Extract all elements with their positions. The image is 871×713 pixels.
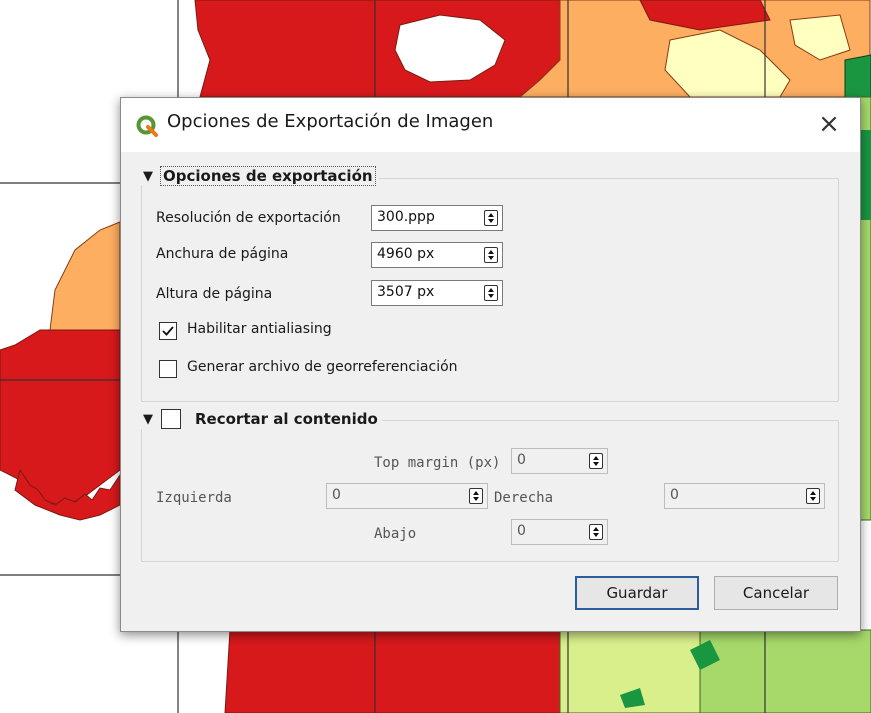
page-height-spinbox[interactable]: 3507 px xyxy=(371,280,503,306)
antialiasing-checkbox[interactable] xyxy=(159,322,177,340)
page-height-label: Altura de página xyxy=(156,286,273,302)
export-options-title: Opciones de exportación xyxy=(160,166,376,186)
spin-arrows-icon[interactable] xyxy=(469,488,483,504)
spin-arrows-icon[interactable] xyxy=(589,524,603,540)
left-margin-value: 0 xyxy=(332,487,341,503)
crop-checkbox[interactable] xyxy=(161,409,181,429)
bottom-margin-spinbox[interactable]: 0 xyxy=(511,519,608,545)
top-margin-label: Top margin (px) xyxy=(374,455,501,471)
georef-label[interactable]: Generar archivo de georreferenciación xyxy=(187,359,458,375)
map-region-red-top xyxy=(194,0,561,98)
page-width-value: 4960 px xyxy=(377,246,435,262)
export-image-dialog: Opciones de Exportación de Imagen × ▼ Op… xyxy=(120,97,861,632)
collapse-triangle-icon[interactable]: ▼ xyxy=(143,169,153,184)
spin-arrows-icon[interactable] xyxy=(806,488,820,504)
page-width-label: Anchura de página xyxy=(156,246,289,262)
spin-arrows-icon[interactable] xyxy=(484,247,498,263)
cancel-button[interactable]: Cancelar xyxy=(714,576,838,610)
close-button[interactable]: × xyxy=(811,106,847,142)
dialog-title: Opciones de Exportación de Imagen xyxy=(167,111,494,132)
georef-checkbox[interactable] xyxy=(159,360,177,378)
checkmark-icon xyxy=(162,326,174,336)
spin-arrows-icon[interactable] xyxy=(484,285,498,301)
resolution-value: 300.ppp xyxy=(377,209,435,225)
map-region-red-bottom xyxy=(224,629,561,713)
collapse-triangle-icon[interactable]: ▼ xyxy=(143,412,153,427)
export-options-header[interactable]: ▼ Opciones de exportación xyxy=(141,166,379,186)
crop-title: Recortar al contenido xyxy=(195,410,378,428)
spin-arrows-icon[interactable] xyxy=(484,210,498,226)
page-height-value: 3507 px xyxy=(377,284,435,300)
right-margin-value: 0 xyxy=(670,487,679,503)
bottom-margin-value: 0 xyxy=(517,523,526,539)
left-margin-label: Izquierda xyxy=(156,490,232,506)
crop-header[interactable]: ▼ Recortar al contenido xyxy=(141,409,382,429)
save-button[interactable]: Guardar xyxy=(575,576,699,610)
qgis-logo-icon xyxy=(136,115,158,137)
resolution-label: Resolución de exportación xyxy=(156,210,341,226)
bottom-margin-label: Abajo xyxy=(374,526,417,542)
spin-arrows-icon[interactable] xyxy=(589,453,603,469)
page-width-spinbox[interactable]: 4960 px xyxy=(371,242,503,268)
resolution-spinbox[interactable]: 300.ppp xyxy=(371,205,503,231)
right-margin-spinbox[interactable]: 0 xyxy=(664,483,825,509)
right-margin-label: Derecha xyxy=(494,490,554,506)
left-margin-spinbox[interactable]: 0 xyxy=(326,483,488,509)
top-margin-spinbox[interactable]: 0 xyxy=(511,448,608,474)
dialog-titlebar[interactable]: Opciones de Exportación de Imagen × xyxy=(121,98,860,152)
top-margin-value: 0 xyxy=(517,452,526,468)
antialiasing-label[interactable]: Habilitar antialiasing xyxy=(187,321,332,337)
